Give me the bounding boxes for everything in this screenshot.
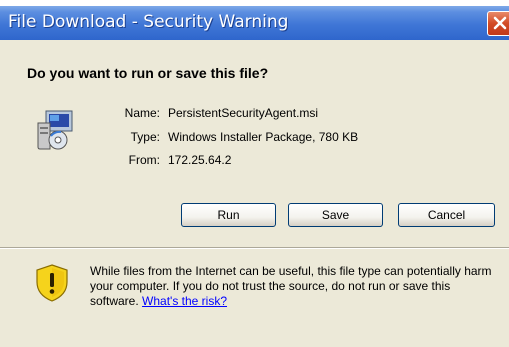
file-download-dialog: File Download - Security Warning Do you … <box>0 6 509 347</box>
name-value: PersistentSecurityAgent.msi <box>168 106 319 120</box>
security-warning-text: While files from the Internet can be use… <box>90 264 502 309</box>
close-icon <box>493 16 507 30</box>
from-label: From: <box>128 153 160 167</box>
type-label: Type: <box>130 130 160 144</box>
from-value: 172.25.64.2 <box>168 153 232 167</box>
window-title: File Download - Security Warning <box>8 12 289 32</box>
installer-file-icon <box>37 110 73 150</box>
name-label: Name: <box>124 106 160 120</box>
save-button[interactable]: Save <box>288 203 383 227</box>
warning-shield-icon <box>36 264 68 302</box>
title-bar[interactable]: File Download - Security Warning <box>0 6 509 40</box>
run-button[interactable]: Run <box>181 203 276 227</box>
whats-the-risk-link[interactable]: What's the risk? <box>142 294 227 308</box>
dialog-question: Do you want to run or save this file? <box>27 65 269 81</box>
separator <box>0 247 509 249</box>
close-button[interactable] <box>487 11 509 36</box>
cancel-button[interactable]: Cancel <box>398 203 495 227</box>
type-value: Windows Installer Package, 780 KB <box>168 130 359 144</box>
